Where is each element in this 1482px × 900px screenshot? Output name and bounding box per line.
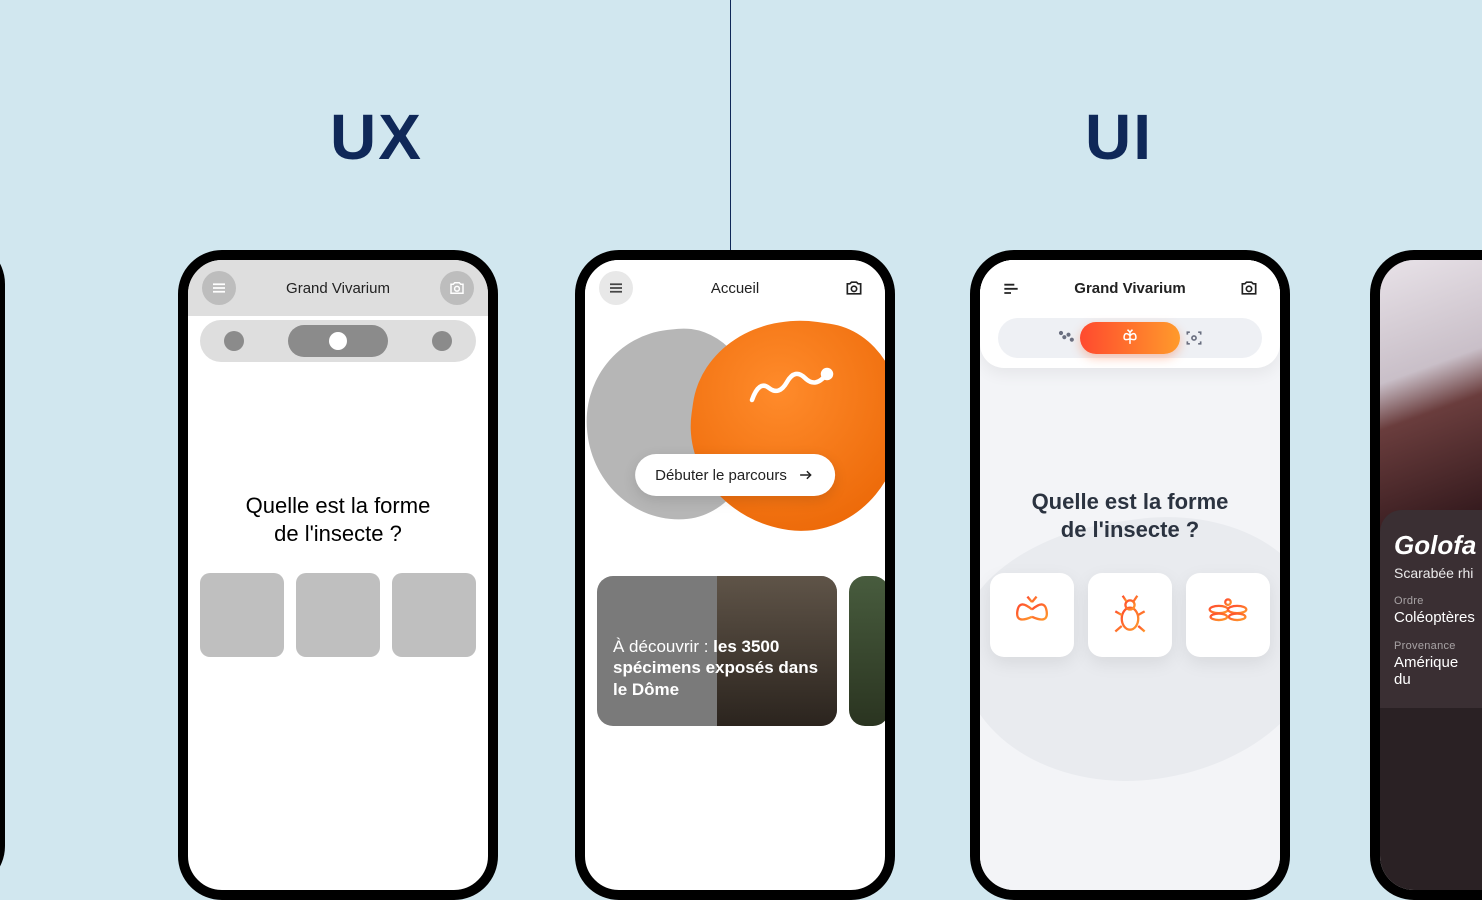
cta-label: Débuter le parcours	[655, 467, 787, 484]
camera-icon[interactable]	[837, 271, 871, 305]
menu-icon[interactable]	[994, 271, 1028, 305]
specimen-subtitle: Scarabée rhi	[1394, 565, 1476, 581]
phone-ui-polished: Grand Vivarium Quelle est la forme de l'…	[970, 250, 1290, 900]
worm-icon	[747, 360, 837, 410]
phone-ux-wireframe: Grand Vivarium Quelle est la forme de l'…	[178, 250, 498, 900]
menu-icon[interactable]	[599, 271, 633, 305]
discover-row[interactable]: À découvrir : les 3500 spécimens exposés…	[597, 576, 873, 726]
specimen-name: Golofa	[1394, 530, 1476, 561]
order-label: Ordre	[1394, 595, 1476, 607]
phone-partial-left	[0, 240, 5, 890]
shape-option-dragonfly[interactable]	[1186, 573, 1270, 657]
heading-ui: UI	[1085, 100, 1153, 174]
shape-option-butterfly[interactable]	[990, 573, 1074, 657]
shape-option-3[interactable]	[392, 573, 476, 657]
segmented-control[interactable]	[200, 320, 476, 362]
menu-icon[interactable]	[202, 271, 236, 305]
detail-sheet: Golofa Scarabée rhi Ordre Coléoptères Pr…	[1380, 510, 1482, 708]
question-text: Quelle est la forme de l'insecte ?	[980, 488, 1280, 543]
segment-butterfly-icon[interactable]	[1080, 322, 1180, 354]
segmented-control[interactable]	[998, 318, 1262, 358]
discover-card-2[interactable]	[849, 576, 889, 726]
page-title: Grand Vivarium	[1028, 280, 1232, 297]
discover-card-1[interactable]: À découvrir : les 3500 spécimens exposés…	[597, 576, 837, 726]
start-journey-button[interactable]: Débuter le parcours	[635, 454, 835, 496]
page-title: Grand Vivarium	[236, 280, 440, 297]
camera-icon[interactable]	[440, 271, 474, 305]
segment-right[interactable]	[432, 331, 452, 351]
camera-icon[interactable]	[1232, 271, 1266, 305]
order-value: Coléoptères	[1394, 609, 1476, 626]
phone-detail-partial: Golofa Scarabée rhi Ordre Coléoptères Pr…	[1370, 250, 1482, 900]
specimen-photo	[1380, 260, 1482, 530]
segment-left[interactable]	[224, 331, 244, 351]
shape-option-beetle[interactable]	[1088, 573, 1172, 657]
page-title: Accueil	[633, 280, 837, 297]
question-text: Quelle est la forme de l'insecte ?	[188, 492, 488, 547]
heading-ux: UX	[330, 100, 423, 174]
card-label: À découvrir : les 3500 spécimens exposés…	[613, 636, 821, 700]
shape-option-2[interactable]	[296, 573, 380, 657]
provenance-value: Amérique du	[1394, 654, 1476, 688]
hero-section: Débuter le parcours	[597, 326, 873, 546]
provenance-label: Provenance	[1394, 640, 1476, 652]
arrow-right-icon	[797, 466, 815, 484]
phone-accueil: Accueil Débuter le parcours À découvrir …	[575, 250, 895, 900]
segment-active[interactable]	[288, 325, 388, 357]
shape-option-1[interactable]	[200, 573, 284, 657]
